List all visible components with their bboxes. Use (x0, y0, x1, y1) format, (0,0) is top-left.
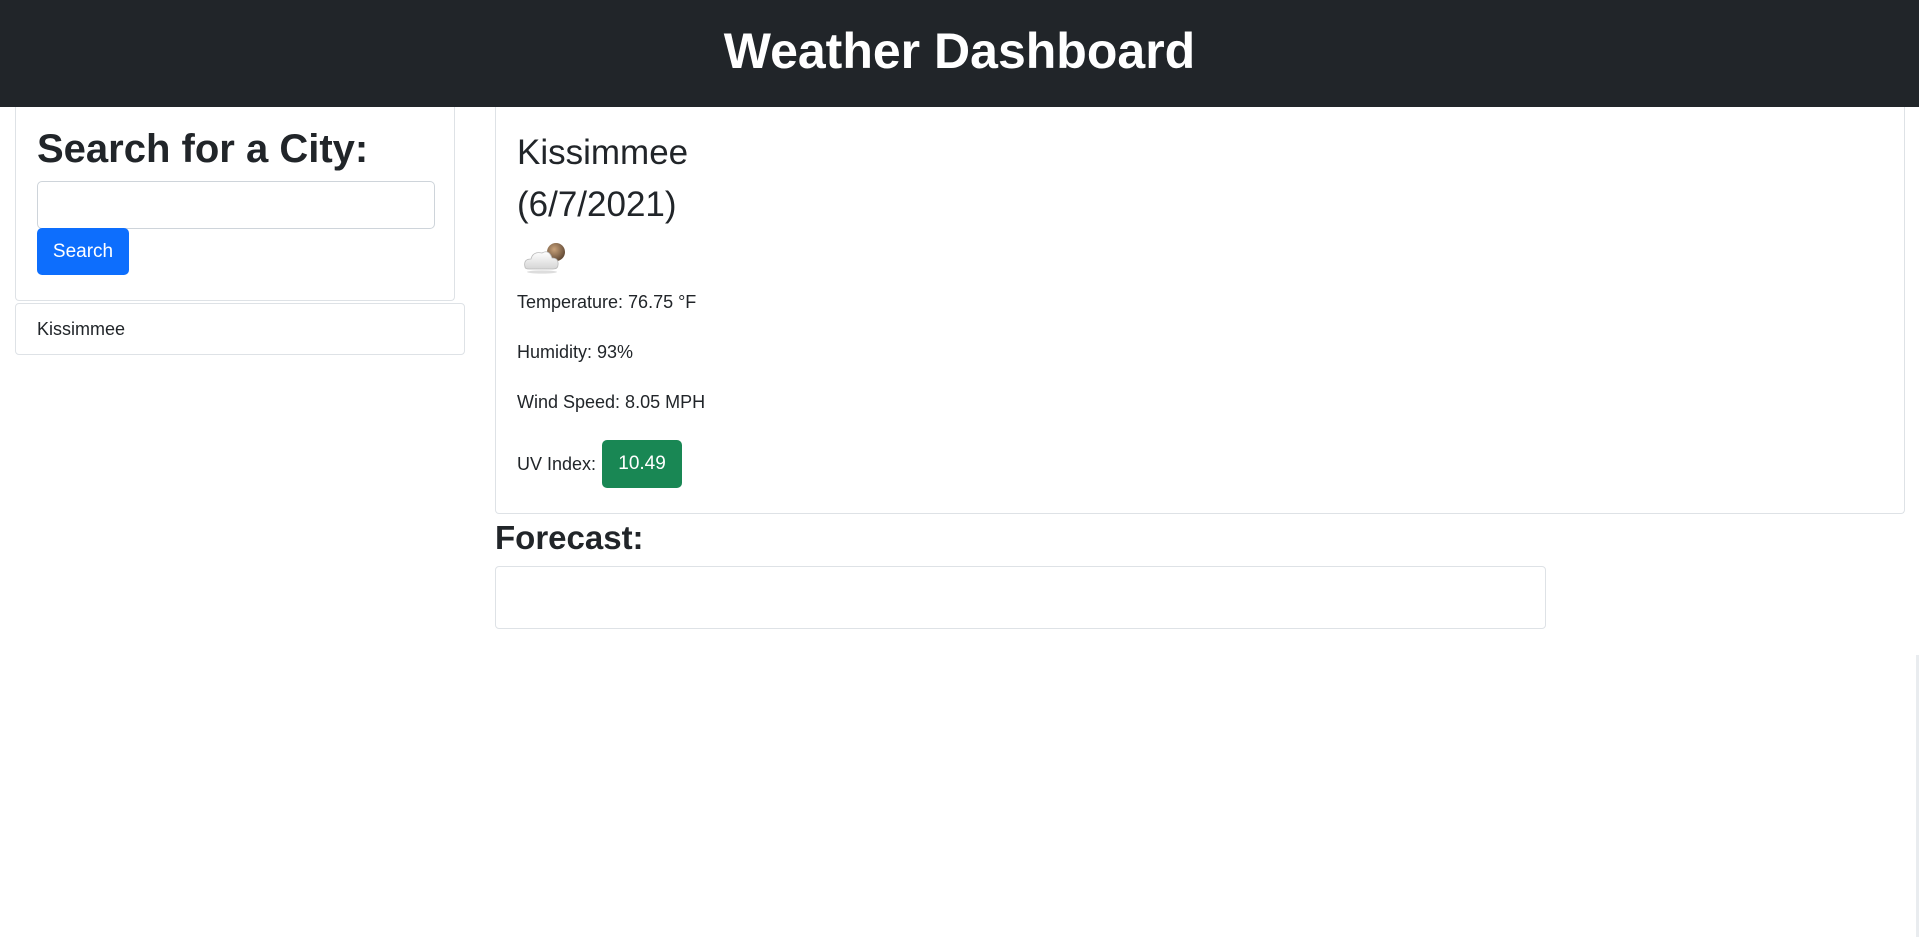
history-item-label: Kissimmee (37, 318, 126, 339)
sidebar: Search for a City: Search Kissimmee (15, 107, 465, 355)
uv-index-badge: 10.49 (602, 440, 683, 488)
temperature-text: Temperature: 76.75 °F (517, 292, 697, 312)
city-name: Kissimmee (517, 133, 689, 172)
search-button[interactable]: Search (37, 228, 129, 275)
forecast-heading: Forecast: (495, 519, 644, 556)
city-search-input[interactable] (37, 181, 435, 229)
search-heading: Search for a City: (37, 127, 369, 171)
current-date: (6/7/2021) (517, 185, 677, 224)
page-title: Weather Dashboard (723, 22, 1196, 79)
search-card: Search for a City: Search (15, 107, 455, 301)
uv-index-row: UV Index: 10.49 (517, 440, 1883, 488)
uv-index-label: UV Index: (517, 453, 597, 474)
wind-speed-text: Wind Speed: 8.05 MPH (517, 392, 706, 412)
humidity-text: Humidity: 93% (517, 342, 634, 362)
forecast-container (495, 566, 1546, 629)
page-header: Weather Dashboard (0, 0, 1919, 107)
history-item-kissimmee[interactable]: Kissimmee (15, 303, 465, 355)
partly-cloudy-night-icon (524, 243, 565, 274)
current-weather-card: Kissimmee (6/7/2021) Temperature: 76.75 … (495, 107, 1905, 514)
